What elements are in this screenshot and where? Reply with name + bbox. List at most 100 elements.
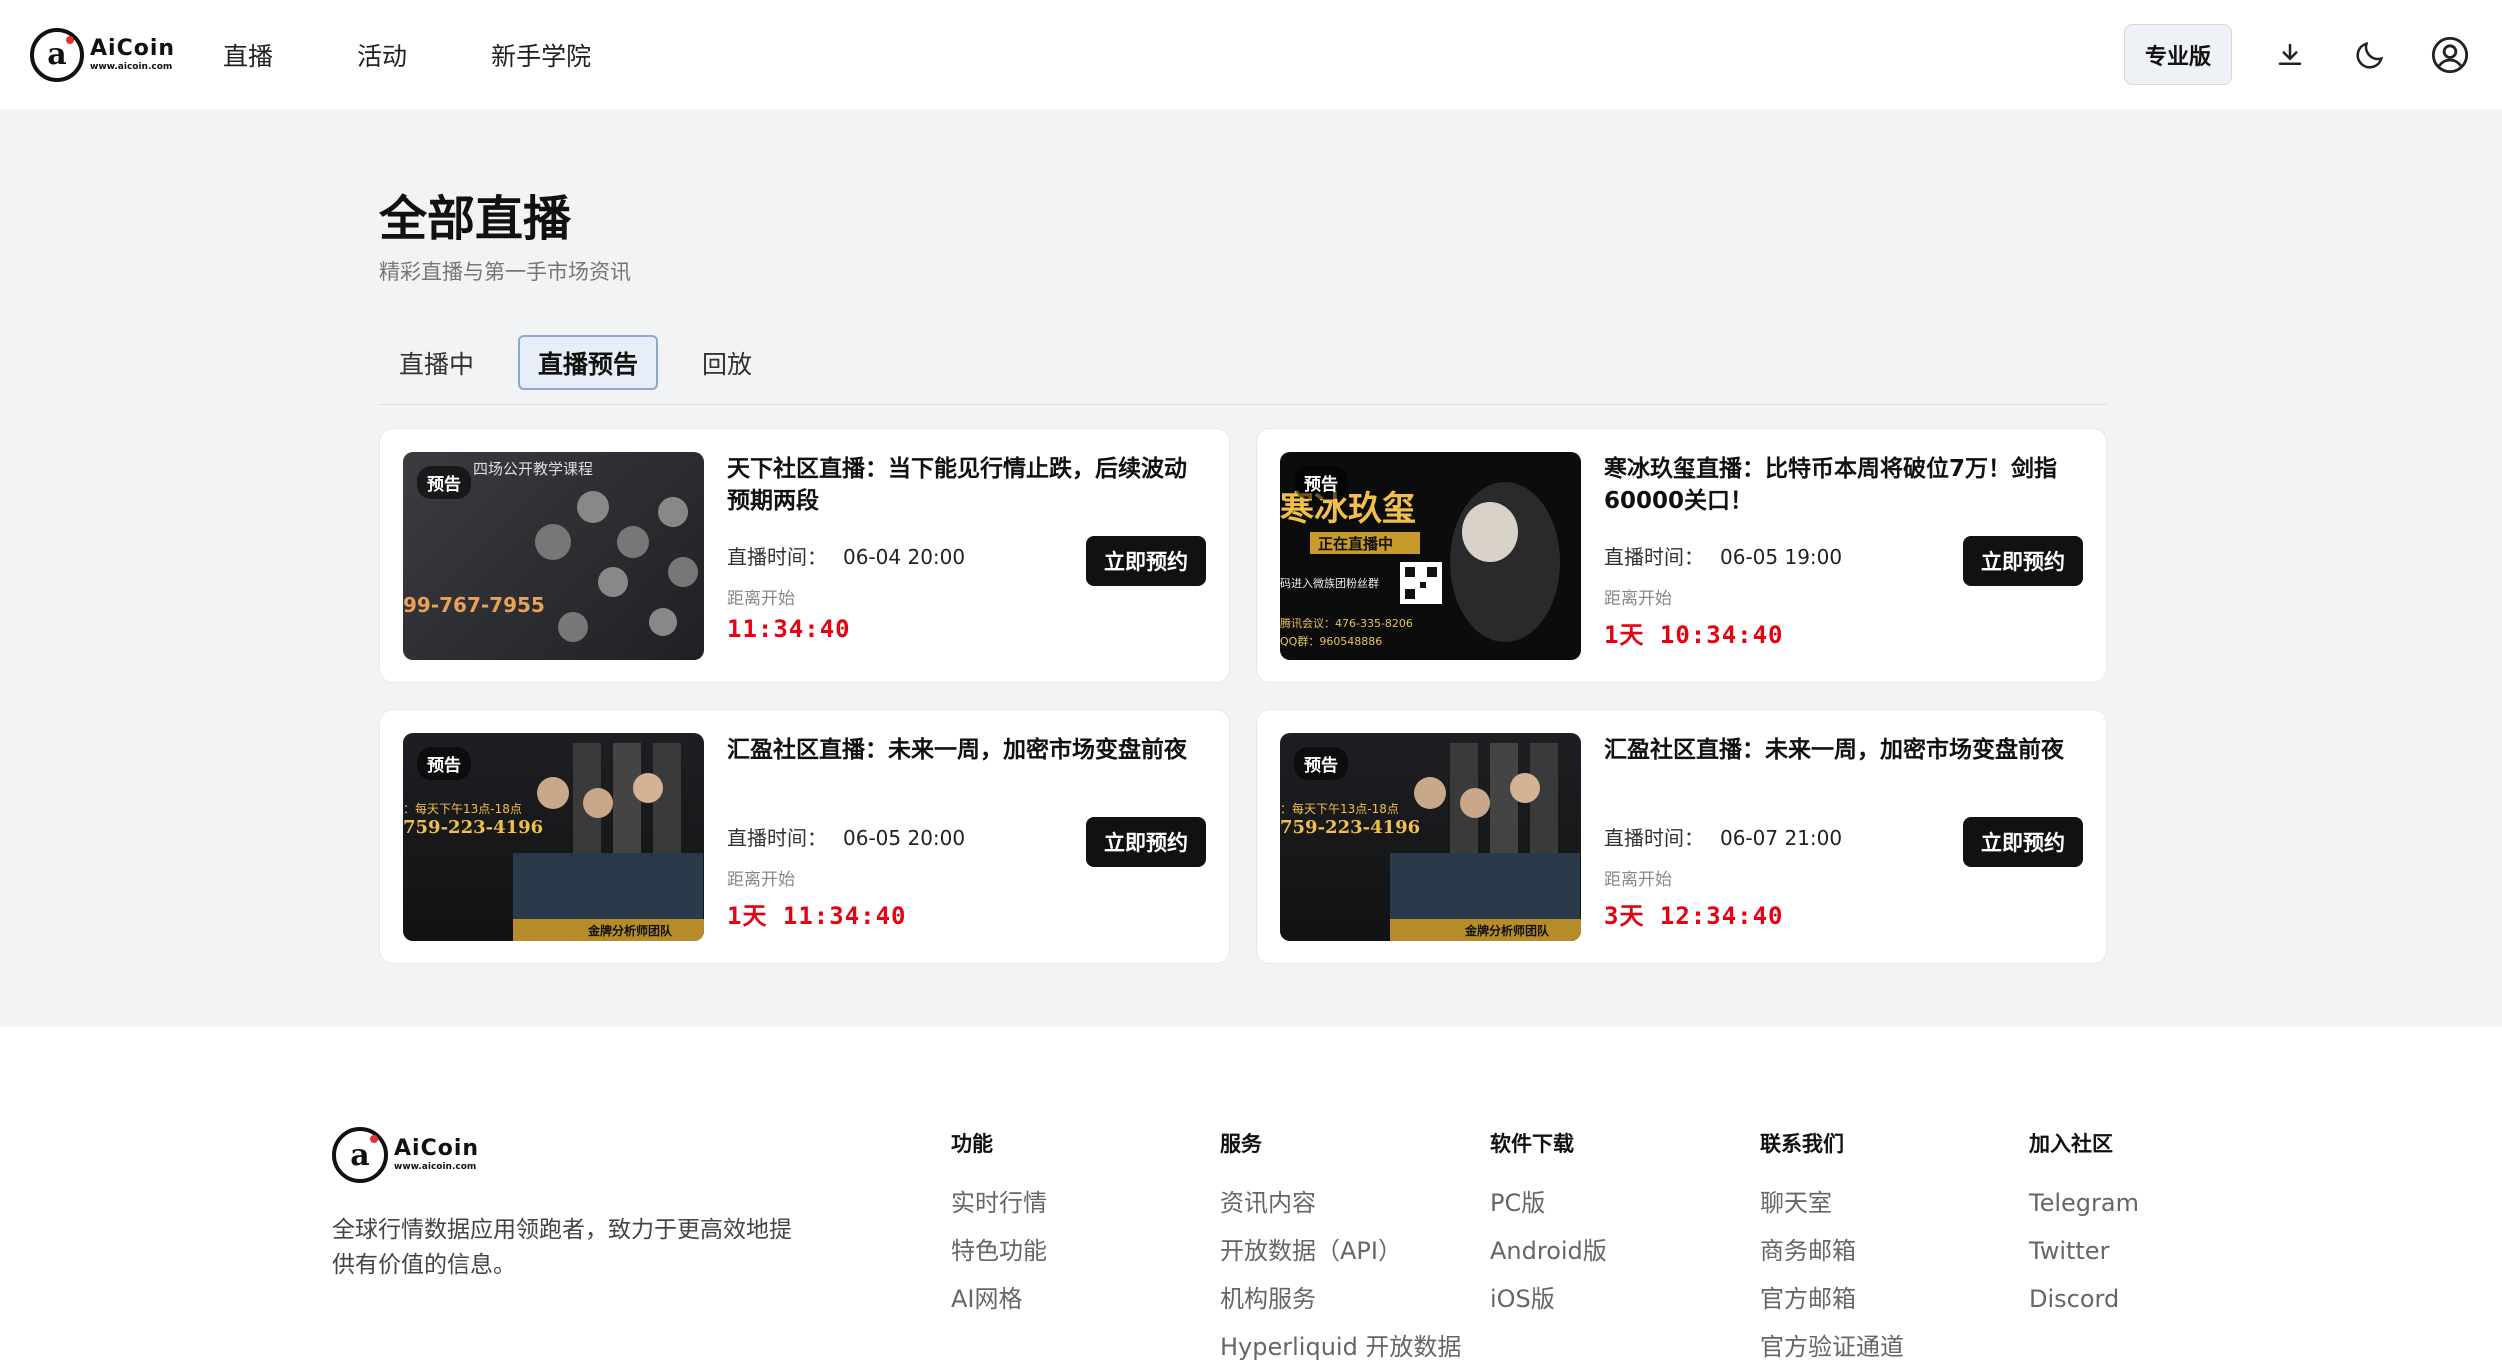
nav-events[interactable]: 活动	[315, 37, 449, 73]
footer-link[interactable]: 官方邮箱	[1760, 1284, 1904, 1332]
footer-heading: 软件下载	[1490, 1132, 1574, 1156]
footer-logo[interactable]: a AiCoin www.aicoin.com	[332, 1127, 812, 1183]
book-button[interactable]: 立即预约	[1963, 817, 2083, 867]
svg-text:金牌分析师团队: 金牌分析师团队	[587, 923, 673, 938]
start-label: 距离开始	[1604, 870, 1672, 890]
nav-live[interactable]: 直播	[223, 37, 315, 73]
footer-col-features: 功能 实时行情 特色功能 AI网格	[951, 1128, 1047, 1332]
live-card-grid: 四场公开教学课程 99-767-7955 预告 天下社区直播：当下能见行情止跌，…	[379, 428, 2107, 964]
live-thumbnail[interactable]: ：每天下午13点-18点 759-223-4196 金牌分析师团队 预告	[403, 733, 704, 941]
live-title[interactable]: 寒冰玖玺直播：比特币本周将破位7万！剑指60000关口！	[1604, 453, 2084, 517]
footer-link[interactable]: 资讯内容	[1220, 1188, 1461, 1236]
footer-heading: 联系我们	[1760, 1132, 1844, 1156]
footer-col-downloads: 软件下载 PC版 Android版 iOS版	[1490, 1128, 1607, 1332]
nav-academy[interactable]: 新手学院	[449, 37, 633, 73]
svg-text:：每天下午13点-18点: ：每天下午13点-18点	[1280, 801, 1399, 816]
footer: a AiCoin www.aicoin.com 全球行情数据应用领跑者，致力于更…	[0, 1027, 2502, 1368]
footer-link[interactable]: 官方验证通道	[1760, 1332, 1904, 1368]
countdown: 1天 10:34:40	[1604, 621, 1784, 649]
live-time: 06-05 20:00	[843, 826, 966, 850]
footer-link[interactable]: Android版	[1490, 1236, 1607, 1284]
tab-bar: 直播中 直播预告 回放	[379, 335, 772, 390]
footer-link[interactable]: 特色功能	[951, 1236, 1047, 1284]
preview-badge: 预告	[1294, 466, 1348, 499]
svg-text:QQ群：960548886: QQ群：960548886	[1280, 634, 1382, 648]
start-label: 距离开始	[1604, 589, 1672, 609]
live-time: 06-07 21:00	[1720, 826, 1843, 850]
time-label: 直播时间：	[727, 545, 827, 569]
countdown: 1天 11:34:40	[727, 902, 907, 930]
svg-text:金牌分析师团队: 金牌分析师团队	[1464, 923, 1550, 938]
book-button[interactable]: 立即预约	[1086, 536, 1206, 586]
footer-link[interactable]: 机构服务	[1220, 1284, 1461, 1332]
preview-badge: 预告	[1294, 747, 1348, 780]
countdown: 11:34:40	[727, 615, 851, 643]
footer-link[interactable]: Discord	[2029, 1284, 2139, 1332]
start-label: 距离开始	[727, 870, 795, 890]
time-label: 直播时间：	[1604, 545, 1704, 569]
tab-upcoming[interactable]: 直播预告	[518, 335, 659, 390]
footer-link[interactable]: Hyperliquid 开放数据	[1220, 1332, 1461, 1368]
footer-link[interactable]: 开放数据（API）	[1220, 1236, 1461, 1284]
aicoin-logo[interactable]: a AiCoin www.aicoin.com	[30, 27, 176, 82]
tab-replay[interactable]: 回放	[682, 335, 772, 390]
footer-heading: 加入社区	[2029, 1132, 2113, 1156]
footer-link[interactable]: iOS版	[1490, 1284, 1607, 1332]
tab-live-now[interactable]: 直播中	[379, 335, 494, 390]
pro-version-button[interactable]: 专业版	[2123, 24, 2232, 85]
footer-link[interactable]: 聊天室	[1760, 1188, 1904, 1236]
footer-heading: 服务	[1220, 1132, 1262, 1156]
svg-text:99-767-7955: 99-767-7955	[403, 593, 545, 617]
live-title[interactable]: 汇盈社区直播：未来一周，加密市场变盘前夜	[1604, 734, 2084, 766]
main-nav: 直播 活动 新手学院	[223, 37, 633, 73]
svg-text:腾讯会议：476-335-8206: 腾讯会议：476-335-8206	[1280, 616, 1413, 630]
live-title[interactable]: 汇盈社区直播：未来一周，加密市场变盘前夜	[727, 734, 1207, 766]
live-thumbnail[interactable]: 寒冰玖玺 正在直播中 码进入微族团粉丝群 腾讯会议：476-335-8206 Q…	[1280, 452, 1581, 660]
footer-link[interactable]: PC版	[1490, 1188, 1607, 1236]
preview-badge: 预告	[417, 747, 471, 780]
logo-site: www.aicoin.com	[394, 1162, 477, 1172]
svg-text:759-223-4196: 759-223-4196	[1280, 817, 1420, 838]
svg-text:码进入微族团粉丝群: 码进入微族团粉丝群	[1280, 576, 1379, 590]
book-button[interactable]: 立即预约	[1963, 536, 2083, 586]
footer-link[interactable]: 实时行情	[951, 1188, 1047, 1236]
footer-col-services: 服务 资讯内容 开放数据（API） 机构服务 Hyperliquid 开放数据	[1220, 1128, 1461, 1368]
svg-text:：每天下午13点-18点: ：每天下午13点-18点	[403, 801, 522, 816]
footer-link[interactable]: 商务邮箱	[1760, 1236, 1904, 1284]
live-thumbnail[interactable]: 四场公开教学课程 99-767-7955 预告	[403, 452, 704, 660]
aicoin-logo-mark-icon: a	[332, 1127, 388, 1183]
footer-description: 全球行情数据应用领跑者，致力于更高效地提供有价值的信息。	[332, 1217, 792, 1278]
start-label: 距离开始	[727, 589, 795, 609]
live-title[interactable]: 天下社区直播：当下能见行情止跌，后续波动预期两段	[727, 453, 1207, 517]
svg-text:正在直播中: 正在直播中	[1318, 535, 1393, 553]
footer-col-contact: 联系我们 聊天室 商务邮箱 官方邮箱 官方验证通道	[1760, 1128, 1904, 1368]
aicoin-logo-mark-icon: a	[30, 27, 84, 82]
time-label: 直播时间：	[727, 826, 827, 850]
main-content: 全部直播 精彩直播与第一手市场资讯 直播中 直播预告 回放 四场公开教学课程 9…	[0, 109, 2502, 1027]
user-icon[interactable]	[2428, 33, 2472, 77]
live-card[interactable]: 寒冰玖玺 正在直播中 码进入微族团粉丝群 腾讯会议：476-335-8206 Q…	[1256, 428, 2107, 683]
footer-col-community: 加入社区 Telegram Twitter Discord	[2029, 1128, 2139, 1332]
footer-heading: 功能	[951, 1132, 993, 1156]
moon-icon[interactable]	[2348, 33, 2392, 77]
page-subtitle: 精彩直播与第一手市场资讯	[379, 260, 631, 284]
live-thumbnail[interactable]: ：每天下午13点-18点 759-223-4196 金牌分析师团队 预告	[1280, 733, 1581, 941]
logo-name: AiCoin	[394, 1136, 480, 1161]
live-time: 06-05 19:00	[1720, 545, 1843, 569]
page-title: 全部直播	[379, 191, 572, 247]
footer-link[interactable]: Twitter	[2029, 1236, 2139, 1284]
logo-name: AiCoin	[90, 35, 176, 61]
svg-text:四场公开教学课程: 四场公开教学课程	[473, 460, 593, 478]
countdown: 3天 12:34:40	[1604, 902, 1784, 930]
live-card[interactable]: ：每天下午13点-18点 759-223-4196 金牌分析师团队 预告 汇盈社…	[1256, 709, 2107, 964]
live-time: 06-04 20:00	[843, 545, 966, 569]
live-card[interactable]: 四场公开教学课程 99-767-7955 预告 天下社区直播：当下能见行情止跌，…	[379, 428, 1230, 683]
logo-site: www.aicoin.com	[90, 61, 173, 72]
book-button[interactable]: 立即预约	[1086, 817, 1206, 867]
live-card[interactable]: ：每天下午13点-18点 759-223-4196 金牌分析师团队 预告 汇盈社…	[379, 709, 1230, 964]
top-header: a AiCoin www.aicoin.com 直播 活动 新手学院 专业版	[0, 0, 2502, 109]
download-icon[interactable]	[2268, 33, 2312, 77]
footer-link[interactable]: AI网格	[951, 1284, 1047, 1332]
time-label: 直播时间：	[1604, 826, 1704, 850]
footer-link[interactable]: Telegram	[2029, 1188, 2139, 1236]
